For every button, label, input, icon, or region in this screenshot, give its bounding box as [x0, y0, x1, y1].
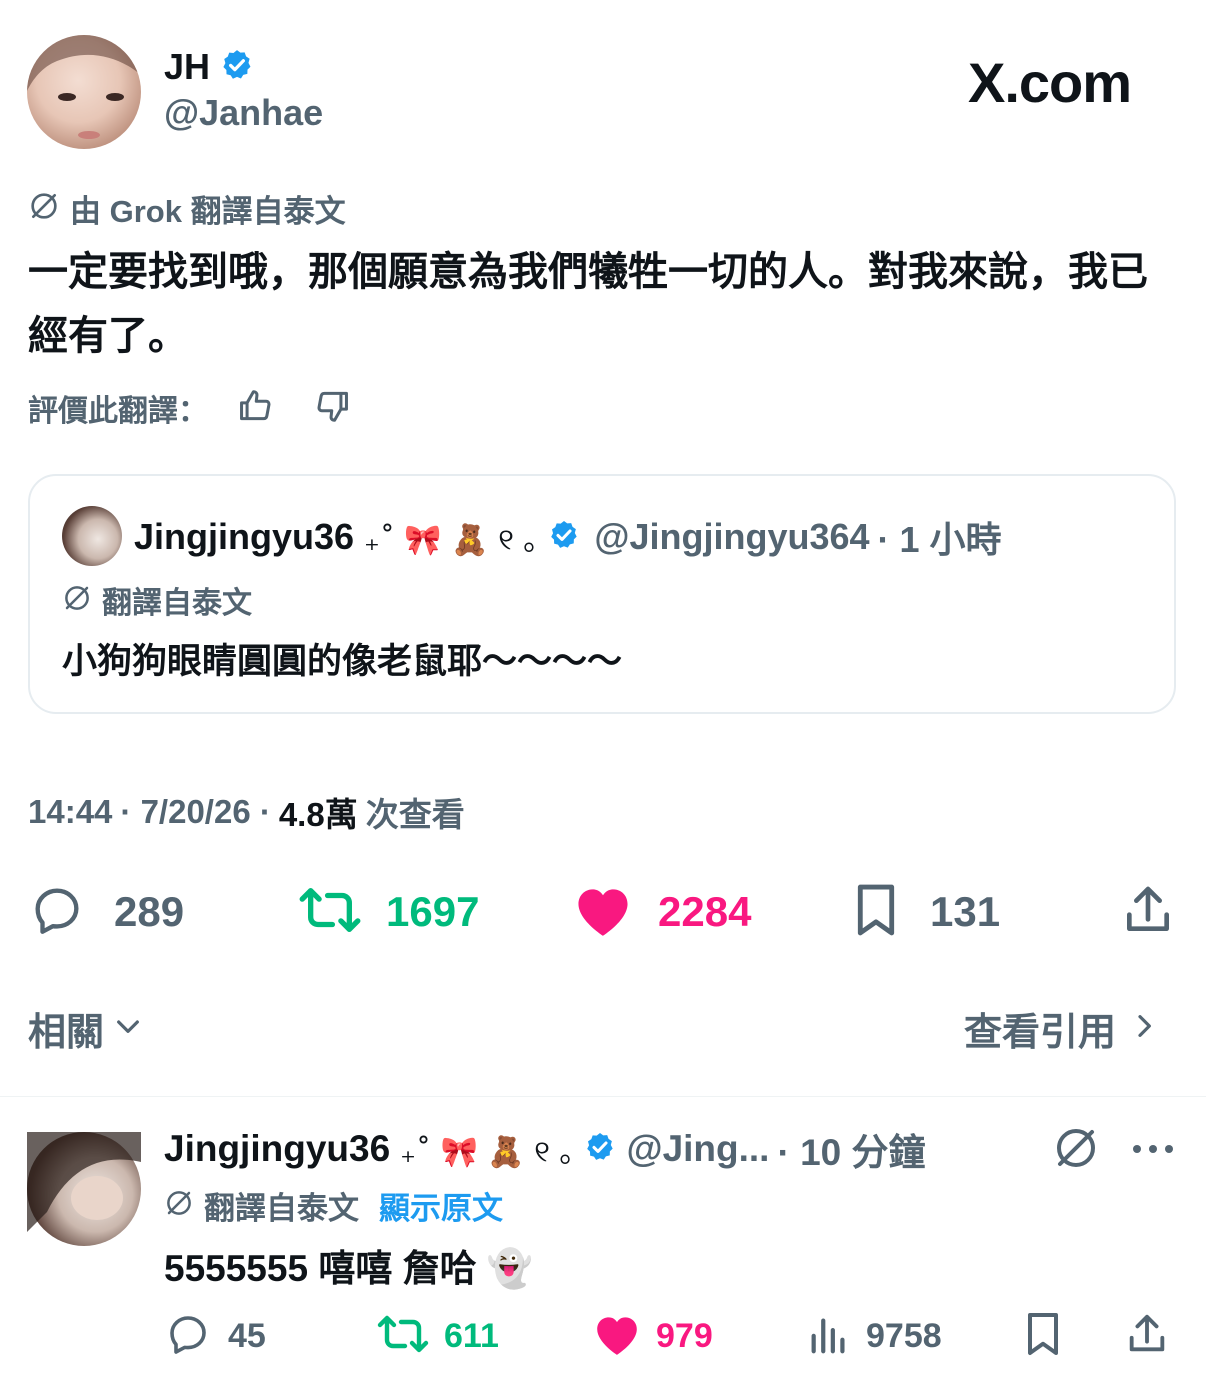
bookmark-icon [1022, 1310, 1064, 1363]
translate-toggle-icon[interactable] [1052, 1124, 1100, 1177]
tweet-date[interactable]: · 7/20/26 · [120, 793, 270, 831]
reply-name-decoration: ₊˚ 🎀 🧸 ୧ ｡ [400, 1135, 575, 1170]
reply-retweet-button[interactable]: 611 [376, 1310, 499, 1362]
view-count: 4.8萬 [278, 796, 358, 833]
thumbs-down-icon[interactable] [314, 387, 352, 430]
chevron-right-icon [1130, 1010, 1158, 1047]
quote-timestamp[interactable]: · 1 小時 [878, 511, 1002, 563]
tweet-time[interactable]: 14:44 [28, 793, 112, 831]
translation-label: 由 Grok 翻譯自泰文 [70, 193, 346, 229]
quote-text: 小狗狗眼睛圓圓的像老鼠耶～～～～ [62, 642, 623, 681]
heart-icon [592, 1311, 642, 1362]
verified-badge-icon [584, 1131, 616, 1168]
verified-badge-icon [220, 48, 254, 87]
translate-icon [28, 190, 60, 227]
related-toggle[interactable]: 相關 [28, 1004, 144, 1054]
retweet-icon [298, 881, 362, 944]
author-name[interactable]: JH [164, 46, 210, 88]
share-button[interactable] [1120, 880, 1176, 944]
share-icon [1120, 881, 1176, 944]
bookmark-icon [850, 881, 902, 944]
reply-like-count: 979 [656, 1316, 713, 1355]
retweet-count: 1697 [386, 888, 480, 935]
view-quotes-link[interactable]: 查看引用 [964, 1004, 1158, 1054]
chevron-down-icon [112, 1010, 144, 1047]
reply-icon [164, 1310, 212, 1363]
reply-author-name[interactable]: Jingjingyu36 [164, 1128, 390, 1170]
view-quotes-label: 查看引用 [964, 1011, 1117, 1054]
heart-icon [572, 881, 634, 944]
reply-bookmark-button[interactable] [1022, 1310, 1064, 1362]
reply-views-button[interactable]: 9758 [806, 1310, 942, 1362]
quote-author-name[interactable]: Jingjingyu36 [134, 516, 354, 558]
rate-translation-label: 評價此翻譯： [28, 395, 208, 428]
reply-text: 5555555 嘻嘻 詹哈 👻 [164, 1248, 533, 1289]
verified-badge-icon [548, 519, 580, 556]
thumbs-up-icon[interactable] [236, 387, 274, 430]
reply-share-button[interactable] [1124, 1310, 1170, 1362]
views-label: 次查看 [365, 796, 465, 833]
author-avatar[interactable] [27, 35, 141, 149]
reply-count: 289 [114, 888, 185, 935]
author-handle[interactable]: @Janhae [164, 92, 323, 134]
reply-like-button[interactable]: 979 [592, 1310, 713, 1362]
reply-avatar[interactable] [27, 1132, 141, 1246]
brand-logo: X.com [968, 51, 1132, 114]
reply-retweet-count: 611 [444, 1316, 499, 1355]
views-bar-chart-icon [806, 1311, 852, 1362]
reply-button[interactable]: 289 [28, 880, 184, 944]
reply-views-count: 9758 [866, 1316, 942, 1355]
quote-name-decoration: ₊˚ 🎀 🧸 ୧ ｡ [364, 523, 539, 558]
reply-reply-count: 45 [228, 1316, 266, 1355]
related-label: 相關 [28, 1011, 105, 1054]
more-options-icon[interactable] [1130, 1134, 1176, 1169]
retweet-button[interactable]: 1697 [298, 880, 479, 944]
quote-translation-label: 翻譯自泰文 [102, 587, 252, 620]
bookmark-button[interactable]: 131 [850, 880, 1000, 944]
like-count: 2284 [658, 888, 752, 935]
reply-icon [28, 881, 86, 944]
reply-timestamp[interactable]: · 10 分鐘 [777, 1122, 925, 1176]
divider [0, 1096, 1206, 1097]
reply-translation-label: 翻譯自泰文 [204, 1190, 359, 1226]
show-original-link[interactable]: 顯示原文 [379, 1183, 503, 1228]
tweet-text: 一定要找到哦，那個願意為我們犧牲一切的人。對我來說，我已經有了。 [28, 250, 1148, 358]
reply-reply-button[interactable]: 45 [164, 1310, 266, 1362]
share-icon [1124, 1310, 1170, 1363]
translate-icon [164, 1188, 194, 1223]
bookmark-count: 131 [930, 888, 1001, 935]
reply-author-handle[interactable]: @Jing... [626, 1128, 769, 1170]
quote-avatar[interactable] [62, 506, 122, 566]
retweet-icon [376, 1310, 430, 1363]
translate-icon [62, 583, 92, 618]
quote-author-handle[interactable]: @Jingjingyu364 [594, 516, 869, 558]
like-button[interactable]: 2284 [572, 880, 751, 944]
